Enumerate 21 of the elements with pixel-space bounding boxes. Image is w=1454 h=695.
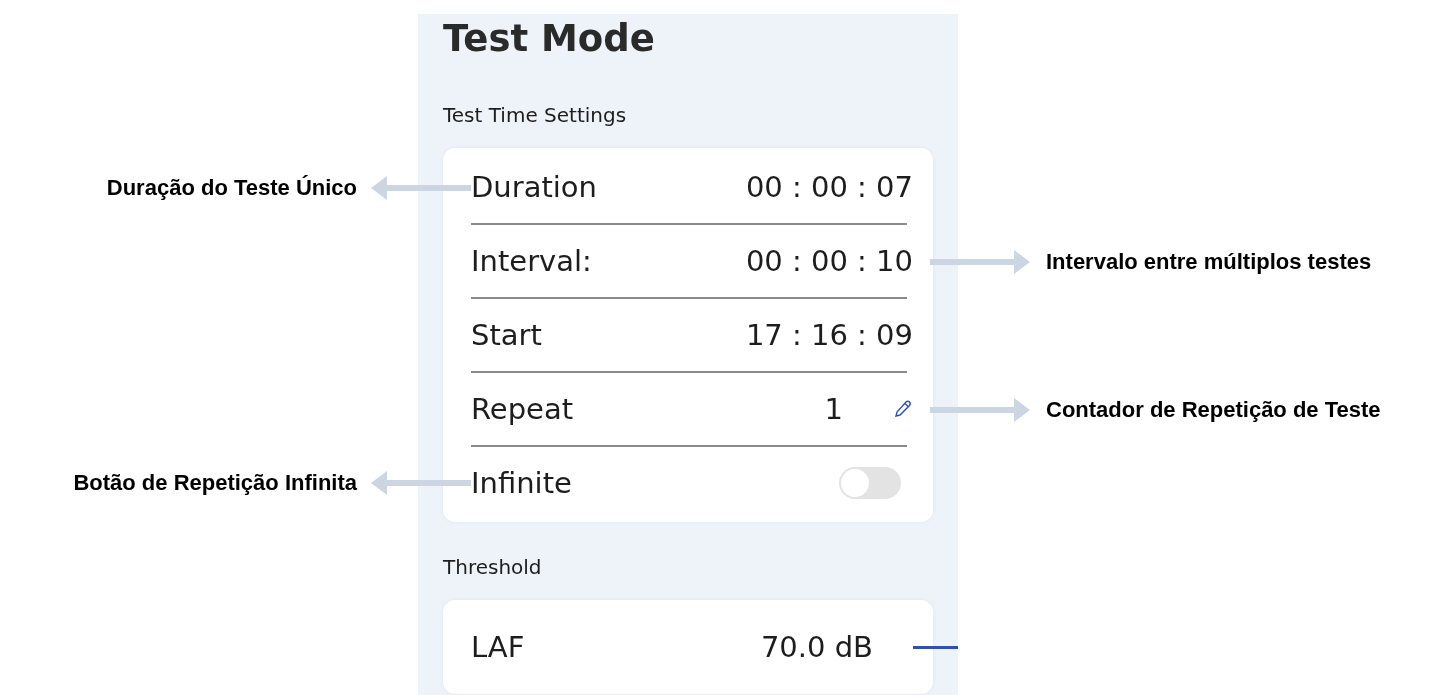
setting-label: Interval: <box>471 243 592 279</box>
toggle-switch[interactable] <box>839 467 901 499</box>
annotation-text: Intervalo entre múltiplos testes <box>1046 248 1372 276</box>
setting-value: 1 <box>824 391 843 427</box>
setting-label: Duration <box>471 169 597 205</box>
setting-label: LAF <box>471 629 525 665</box>
section-heading: Test Time Settings <box>443 102 627 128</box>
setting-label: Repeat <box>471 391 574 427</box>
threshold-line <box>913 646 958 649</box>
setting-value: 17 : 16 : 09 <box>745 317 913 353</box>
annotation-text: Botão de Repetição Infinita <box>73 469 357 497</box>
annotation-text: Duração do Teste Único <box>106 174 357 202</box>
setting-value: 70.0 dB <box>760 629 873 665</box>
setting-value: 00 : 00 : 10 <box>745 243 913 279</box>
setting-value: 00 : 00 : 07 <box>745 169 913 205</box>
annotation-text: Contador de Repetição de Teste <box>1046 396 1381 424</box>
screen-title: Test Mode <box>443 16 655 62</box>
setting-label: Start <box>471 317 542 353</box>
setting-label: Infinite <box>471 465 572 501</box>
edit-icon[interactable] <box>893 399 913 419</box>
section-heading: Threshold <box>443 554 542 580</box>
